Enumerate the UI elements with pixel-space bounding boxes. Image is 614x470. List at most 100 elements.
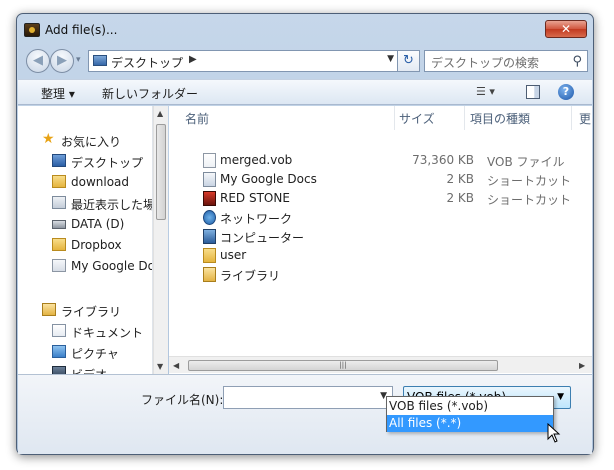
- user-folder-icon: [203, 248, 216, 263]
- column-divider[interactable]: [571, 106, 572, 130]
- nav-item[interactable]: デスクトップ: [18, 151, 152, 171]
- organize-button[interactable]: 整理 ▾: [41, 85, 75, 102]
- scrollbar-thumb[interactable]: |||: [188, 360, 498, 371]
- recent-places-icon: [52, 196, 66, 209]
- file-name: コンピューター: [220, 231, 305, 245]
- address-location[interactable]: デスクトップ: [111, 54, 183, 71]
- nav-item-label: DATA (D): [71, 217, 125, 231]
- filename-input[interactable]: ▼: [223, 386, 393, 409]
- nav-item-label: ライブラリ: [61, 305, 122, 319]
- help-icon[interactable]: ?: [558, 84, 574, 100]
- navigation-pane: ★ お気に入りデスクトップ download 最近表示した場所 DATA (D) Drop…: [18, 106, 153, 374]
- mouse-cursor-icon: [547, 423, 561, 443]
- chevron-right-icon[interactable]: ▶: [189, 54, 197, 65]
- filetype-option-vob[interactable]: VOB files (*.vob): [387, 398, 553, 415]
- chevron-down-icon[interactable]: ▼: [557, 392, 564, 402]
- chevron-down-icon[interactable]: ▼: [387, 54, 394, 64]
- nav-item[interactable]: Dropbox: [18, 235, 152, 255]
- desktop-icon: [52, 154, 66, 167]
- file-icon: [203, 153, 216, 168]
- scrollbar-thumb[interactable]: [156, 124, 166, 220]
- new-folder-button[interactable]: 新しいフォルダー: [102, 85, 198, 102]
- file-type: ショートカット: [487, 174, 572, 188]
- add-files-dialog: Add file(s)... ✕ ◀ ▶ ▾ デスクトップ ▶ ▼ ↻ デスクト…: [16, 13, 594, 455]
- search-icon[interactable]: ⚲: [572, 54, 582, 69]
- shortcut-icon: [52, 259, 66, 272]
- command-toolbar: 整理 ▾ 新しいフォルダー ☰ ▾ ?: [18, 79, 592, 105]
- nav-item[interactable]: 最近表示した場所: [18, 193, 152, 213]
- nav-item-label: Dropbox: [71, 238, 122, 252]
- preview-pane-icon[interactable]: [526, 85, 540, 99]
- desktop-icon: [93, 55, 107, 66]
- file-row[interactable]: ライブラリ: [169, 265, 592, 284]
- nav-item-label: download: [71, 175, 130, 189]
- file-name: RED STONE: [220, 191, 290, 205]
- title-bar[interactable]: Add file(s)... ✕: [17, 14, 593, 44]
- nav-item-label: ピクチャ: [71, 347, 119, 361]
- file-row[interactable]: RED STONE2 KBショートカット2: [169, 189, 592, 208]
- forward-button[interactable]: ▶: [50, 49, 74, 73]
- file-name: ライブラリ: [220, 269, 281, 283]
- nav-item[interactable]: download: [18, 172, 152, 192]
- file-list: 名前 サイズ 項目の種類 更 merged.vob 73,360 KB VOB ファ…: [169, 106, 592, 374]
- file-row[interactable]: コンピューター: [169, 227, 592, 246]
- file-row[interactable]: user: [169, 246, 592, 265]
- filename-label: ファイル名(N):: [141, 393, 224, 407]
- file-size: 2 KB: [446, 172, 474, 186]
- file-name: merged.vob: [220, 153, 293, 167]
- nav-item[interactable]: ライブラリ: [18, 300, 152, 320]
- folder-icon: [52, 175, 66, 188]
- nav-item-label: ドキュメント: [71, 326, 144, 340]
- filetype-dropdown-list: VOB files (*.vob) All files (*.*): [386, 396, 554, 432]
- close-button[interactable]: ✕: [545, 20, 587, 38]
- scroll-left-icon[interactable]: ◀: [173, 361, 179, 370]
- pictures-icon: [52, 345, 66, 358]
- nav-pane-scrollbar[interactable]: ▲ ▼: [153, 106, 168, 374]
- shortcut-icon: [203, 172, 216, 187]
- nav-item[interactable]: ドキュメント: [18, 321, 152, 341]
- scroll-down-icon[interactable]: ▼: [157, 362, 163, 371]
- view-options-icon[interactable]: ☰ ▾: [476, 85, 495, 98]
- file-row[interactable]: merged.vob73,360 KBVOB ファイル2: [169, 151, 592, 170]
- column-header-date[interactable]: 更: [579, 110, 591, 127]
- folder-icon: [52, 238, 66, 251]
- nav-item[interactable]: ピクチャ: [18, 342, 152, 362]
- documents-icon: [52, 324, 66, 337]
- nav-item[interactable]: My Google Docs: [18, 256, 152, 276]
- file-name: ネットワーク: [220, 212, 293, 226]
- back-button[interactable]: ◀: [26, 49, 50, 73]
- column-header-type[interactable]: 項目の種類: [470, 110, 530, 127]
- scroll-up-icon[interactable]: ▲: [157, 109, 163, 118]
- window-title: Add file(s)...: [45, 23, 118, 37]
- column-header-size[interactable]: サイズ: [399, 110, 435, 127]
- column-divider[interactable]: [464, 106, 465, 130]
- scroll-right-icon[interactable]: ▶: [579, 361, 585, 370]
- star-icon: ★: [42, 131, 55, 147]
- videos-icon: [52, 366, 66, 374]
- address-bar[interactable]: デスクトップ ▶ ▼: [88, 50, 398, 72]
- drive-icon: [52, 220, 66, 229]
- column-header-name[interactable]: 名前: [185, 110, 209, 127]
- nav-item[interactable]: DATA (D): [18, 214, 152, 234]
- file-name: user: [220, 248, 247, 262]
- file-list-horizontal-scrollbar[interactable]: ◀ ||| ▶: [169, 356, 592, 373]
- search-placeholder: デスクトップの検索: [431, 56, 540, 70]
- file-size: 73,360 KB: [412, 153, 474, 167]
- nav-item-label: デスクトップ: [71, 156, 144, 170]
- search-input[interactable]: デスクトップの検索 ⚲: [424, 50, 588, 72]
- refresh-button[interactable]: ↻: [398, 50, 420, 72]
- column-divider[interactable]: [394, 106, 395, 130]
- library-icon: [42, 303, 56, 316]
- file-type: ショートカット: [487, 193, 572, 207]
- app-icon: [24, 23, 40, 37]
- address-row: ◀ ▶ ▾ デスクトップ ▶ ▼ ↻ デスクトップの検索 ⚲: [24, 48, 588, 74]
- history-dropdown-icon[interactable]: ▾: [76, 55, 81, 65]
- nav-item[interactable]: ★ お気に入り: [18, 130, 152, 150]
- filetype-option-all[interactable]: All files (*.*): [387, 415, 553, 432]
- nav-item-label: 最近表示した場所: [71, 198, 152, 212]
- nav-item[interactable]: ビデオ: [18, 363, 152, 374]
- file-name: My Google Docs: [220, 172, 317, 186]
- nav-item-label: My Google Docs: [71, 259, 152, 273]
- file-row[interactable]: ネットワーク: [169, 208, 592, 227]
- file-row[interactable]: My Google Docs2 KBショートカット2: [169, 170, 592, 189]
